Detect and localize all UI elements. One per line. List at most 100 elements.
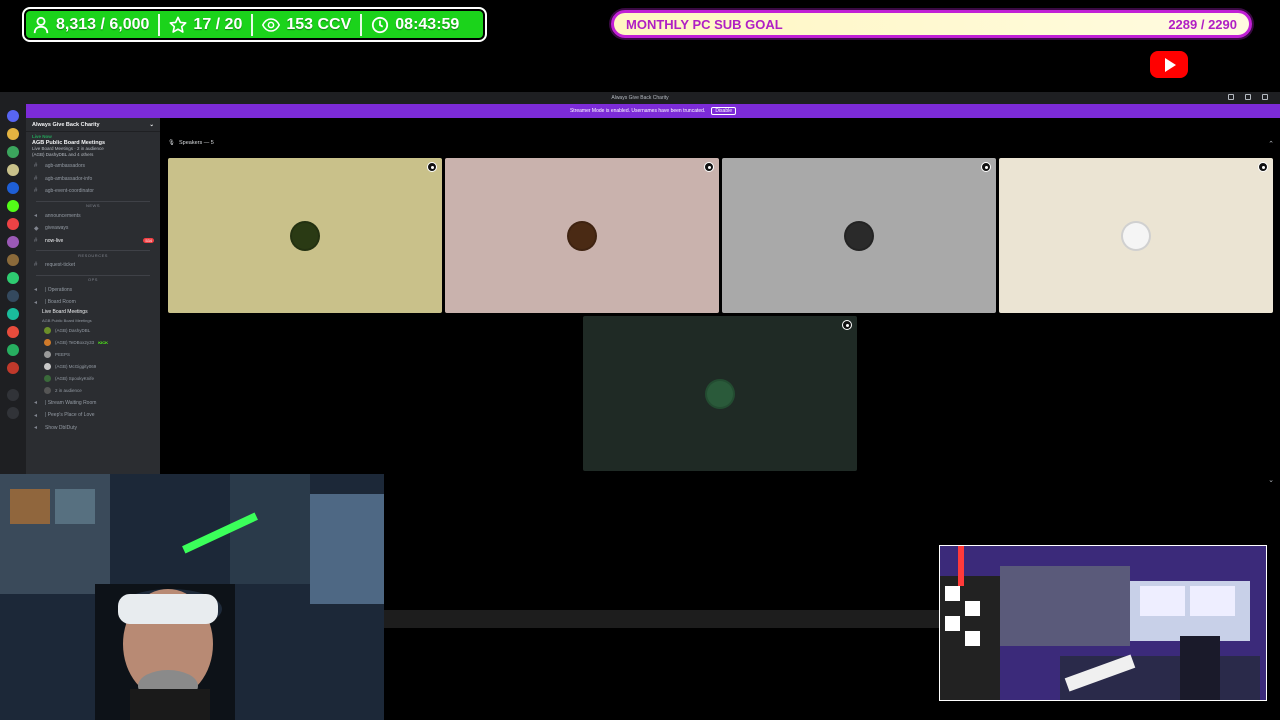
avatar [44, 339, 51, 346]
server-icon[interactable] [7, 362, 19, 374]
microphone-icon: 🎙 [168, 140, 175, 146]
avatar [844, 220, 874, 251]
stage-user[interactable]: PEEPS [26, 349, 160, 361]
speaker-tile[interactable] [168, 158, 442, 313]
star-count: 17 / 20 [193, 15, 243, 33]
server-icon[interactable] [7, 254, 19, 266]
discover-icon[interactable] [7, 407, 19, 419]
add-server-icon[interactable] [7, 389, 19, 401]
voice-channel-item[interactable]: ◂ | Board Room [26, 296, 160, 309]
streamer-mode-banner: Streamer Mode is enabled. Usernames have… [26, 104, 1280, 118]
speaker-icon: ◂ [34, 299, 38, 306]
more-options-icon[interactable] [427, 162, 437, 172]
hash-icon: # [34, 188, 38, 195]
disable-streamer-mode-button[interactable]: Disable [711, 107, 737, 115]
hash-icon: # [34, 163, 38, 170]
more-options-icon[interactable] [842, 320, 852, 330]
server-icon[interactable] [7, 290, 19, 302]
category-ops[interactable]: OPS [36, 274, 150, 284]
live-event-speakers: (AGB) DashyDBL and 4 others [32, 152, 94, 157]
server-icon[interactable] [7, 164, 19, 176]
category-resources[interactable]: RESOURCES [36, 250, 150, 259]
server-icon[interactable] [7, 236, 19, 248]
audience-count[interactable]: 2 in audience [26, 385, 160, 397]
title-bar: Always Give Back Charity [0, 92, 1280, 104]
chevron-down-icon[interactable]: ⌄ [1268, 476, 1274, 484]
speaker-tile[interactable] [999, 158, 1273, 313]
stage-view: 🎙 Speakers — 5 ⌃ ⌄ [160, 118, 1280, 484]
speaker-icon: ◂ [34, 287, 38, 294]
more-options-icon[interactable] [1258, 162, 1268, 172]
room-camera-image [940, 546, 1266, 700]
server-icon[interactable] [7, 182, 19, 194]
person-icon [33, 16, 49, 33]
chevron-down-icon: ⌄ [149, 121, 154, 128]
uptime-stat: 08:43:59 [371, 16, 459, 34]
stage-user[interactable]: (AGB) McGiggity069 [26, 361, 160, 373]
channel-item[interactable]: # request-ticket [26, 259, 160, 272]
stage-user[interactable]: (AGB) TeDBox2y33 KICK [26, 337, 160, 349]
server-icon[interactable] [7, 344, 19, 356]
server-icon[interactable] [7, 308, 19, 320]
avatar [44, 363, 51, 370]
channel-item[interactable]: ◂ announcements [26, 210, 160, 223]
server-icon[interactable] [7, 272, 19, 284]
stage-user[interactable]: (AGB) DashyDBL [26, 325, 160, 337]
minimize-icon[interactable] [1228, 94, 1234, 100]
eye-icon [262, 17, 281, 32]
stage-channel-item[interactable]: Live Board Meetings AGB Public Board Mee… [26, 309, 160, 325]
speaker-tile[interactable] [722, 158, 996, 313]
live-event-box[interactable]: Live Now AGB Public Board Meetings Live … [26, 132, 160, 160]
speakers-header: 🎙 Speakers — 5 [168, 140, 214, 146]
window-title: Always Give Back Charity [611, 95, 669, 101]
headphones-icon [44, 387, 51, 394]
server-icon[interactable] [7, 326, 19, 338]
voice-channel-item[interactable]: ◂ | Operations [26, 284, 160, 297]
speaker-icon: ◂ [34, 412, 38, 419]
voice-channel-item[interactable]: ◂ Show DbIDuty [26, 422, 160, 435]
channel-item[interactable]: # agb-event-coordinator [26, 185, 160, 198]
server-header[interactable]: Always Give Back Charity ⌄ [26, 118, 160, 132]
speaker-tile[interactable] [445, 158, 719, 313]
more-options-icon[interactable] [704, 162, 714, 172]
speaker-icon: ◂ [34, 400, 38, 407]
streamer-banner-text: Streamer Mode is enabled. Usernames have… [569, 108, 706, 114]
more-options-icon[interactable] [981, 162, 991, 172]
avatar [44, 375, 51, 382]
server-rail [0, 104, 26, 480]
server-name: Always Give Back Charity [32, 121, 100, 128]
close-icon[interactable] [1262, 94, 1268, 100]
maximize-icon[interactable] [1245, 94, 1251, 100]
channel-item[interactable]: ◆ giveaways [26, 222, 160, 235]
streamer-webcam [0, 474, 384, 720]
hash-icon: # [34, 175, 38, 182]
voice-channel-item[interactable]: ◂ | Stream Waiting Room [26, 397, 160, 410]
viewer-count: 153 CCV [286, 15, 352, 33]
stage-user[interactable]: (AGB) SpookyKnife [26, 373, 160, 385]
channel-item[interactable]: # agb-ambassador-info [26, 173, 160, 186]
avatar [290, 220, 320, 251]
hash-icon: # [34, 237, 38, 244]
server-icon[interactable] [7, 146, 19, 158]
webcam-image [0, 474, 384, 720]
server-icon[interactable] [7, 128, 19, 140]
category-news[interactable]: NEWS [36, 200, 150, 210]
sub-goal-label: MONTHLY PC SUB GOAL [626, 16, 783, 32]
room-webcam [939, 545, 1267, 701]
server-icon[interactable] [7, 218, 19, 230]
uptime-value: 08:43:59 [395, 15, 460, 33]
avatar [705, 378, 735, 409]
voice-channel-item[interactable]: ◂ | Peep's Place of Love [26, 409, 160, 422]
gift-icon: ◆ [34, 225, 39, 232]
speaker-tile[interactable] [583, 316, 857, 471]
mention-badge: 534 [143, 238, 154, 244]
channel-sidebar: Always Give Back Charity ⌄ Live Now AGB … [26, 118, 160, 480]
channel-item[interactable]: # now-live 534 [26, 235, 160, 248]
channel-item[interactable]: # agb-ambassadors [26, 160, 160, 173]
follower-stat: 8,313 / 6,000 [32, 16, 149, 34]
server-icon[interactable] [7, 200, 19, 212]
avatar [44, 327, 51, 334]
star-stat: 17 / 20 [169, 16, 242, 34]
server-icon[interactable] [7, 110, 19, 122]
chevron-up-icon[interactable]: ⌃ [1268, 140, 1274, 148]
